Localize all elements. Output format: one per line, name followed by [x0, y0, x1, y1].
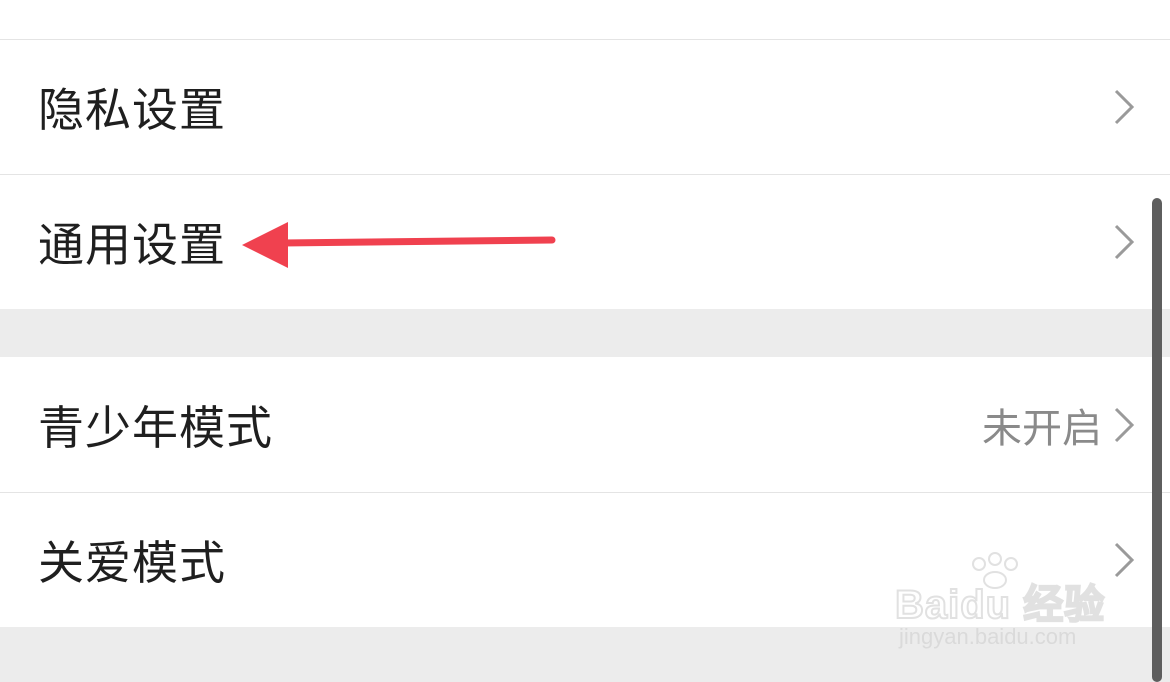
teen-mode-status: 未开启 — [982, 406, 1102, 452]
chevron-right-icon — [1114, 407, 1135, 443]
settings-item-label: 隐私设置 — [38, 83, 226, 137]
chevron-right-icon — [1114, 542, 1135, 578]
red-arrow-annotation — [242, 222, 556, 268]
settings-item-label: 通用设置 — [38, 218, 226, 272]
settings-item-label: 关爱模式 — [38, 536, 226, 590]
settings-row-partial[interactable] — [0, 0, 1170, 39]
settings-item-general[interactable]: 通用设置 — [0, 175, 1170, 309]
section-gap — [0, 309, 1170, 357]
settings-item-privacy[interactable]: 隐私设置 — [0, 40, 1170, 174]
settings-item-care-mode[interactable]: 关爱模式 — [0, 493, 1170, 627]
settings-list: 隐私设置 通用设置 青少年模式 未开启 关爱模式 — [0, 0, 1170, 682]
settings-item-teen-mode[interactable]: 青少年模式 未开启 — [0, 358, 1170, 492]
chevron-right-icon — [1114, 89, 1135, 125]
settings-item-label: 青少年模式 — [38, 401, 273, 455]
scrollbar[interactable] — [1152, 198, 1162, 682]
chevron-right-icon — [1114, 224, 1135, 260]
section-gap — [0, 627, 1170, 682]
